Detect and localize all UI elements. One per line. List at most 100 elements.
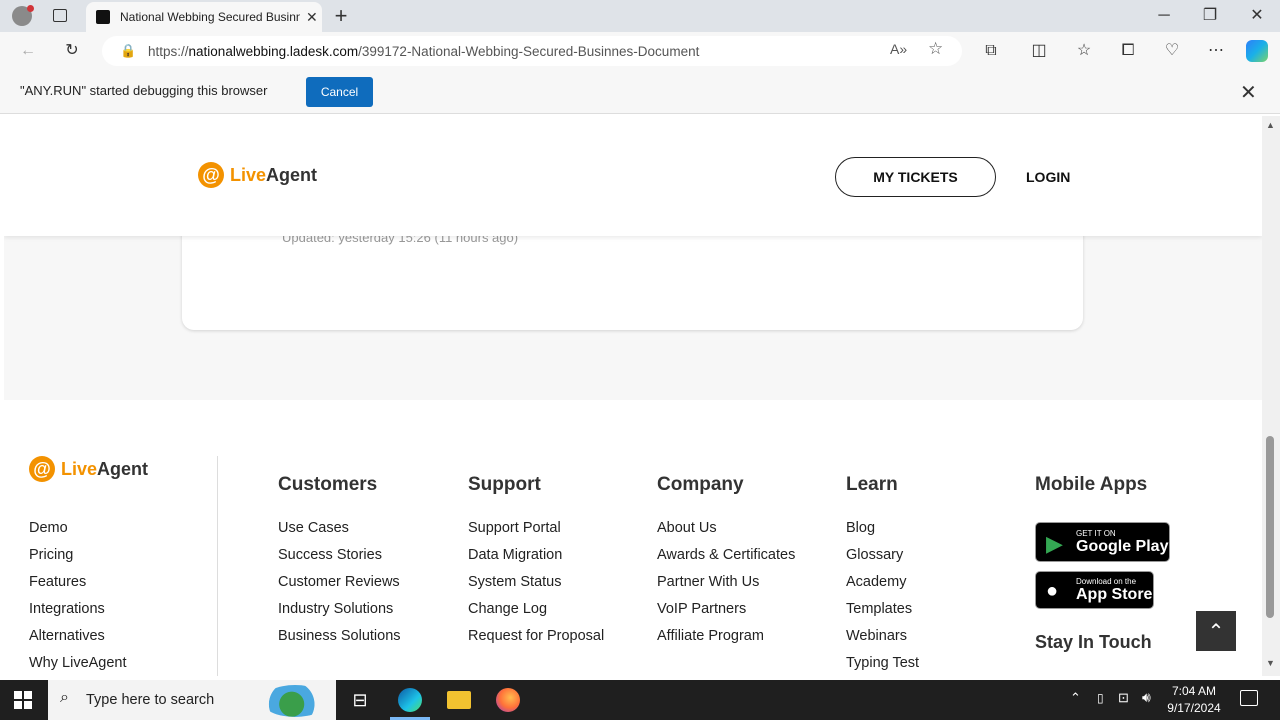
cancel-debug-button[interactable]: Cancel: [306, 77, 373, 107]
footer-link[interactable]: Success Stories: [278, 547, 401, 574]
footer-link[interactable]: Affiliate Program: [657, 628, 795, 655]
footer-brand-links: Demo Pricing Features Integrations Alter…: [29, 520, 127, 676]
close-tab-icon[interactable]: ✕: [306, 9, 318, 26]
show-hidden-icons-icon[interactable]: ⌃: [1070, 690, 1081, 706]
volume-icon[interactable]: 🔊︎: [1142, 689, 1151, 706]
footer-column-mobile: Mobile Apps: [1035, 474, 1147, 520]
header-logo[interactable]: @ Live Agent: [198, 162, 317, 188]
apple-badge-small: Download on the: [1076, 576, 1137, 586]
collections-icon[interactable]: ⧠: [1116, 39, 1140, 63]
address-bar[interactable]: 🔒 https://nationalwebbing.ladesk.com/399…: [102, 36, 962, 66]
footer-link[interactable]: Business Solutions: [278, 628, 401, 655]
favorites-icon[interactable]: ☆: [1072, 39, 1096, 63]
footer-link[interactable]: Typing Test: [846, 655, 919, 676]
new-tab-icon[interactable]: +: [329, 4, 353, 28]
google-play-badge[interactable]: ▶ GET IT ON Google Play: [1035, 522, 1170, 562]
page-favicon-icon: [96, 10, 110, 24]
page-scrollbar[interactable]: ▲ ▼: [1262, 116, 1280, 676]
extensions-icon[interactable]: ⧉: [979, 39, 1003, 63]
footer-heading-learn: Learn: [846, 474, 898, 495]
url-host: nationalwebbing.ladesk.com: [188, 43, 359, 59]
url-prefix: https://: [148, 43, 189, 59]
maximize-icon[interactable]: ❐: [1198, 4, 1222, 28]
edge-taskbar-icon[interactable]: [398, 688, 422, 712]
footer-link[interactable]: Support Portal: [468, 520, 604, 547]
logo-live-text: Live: [230, 164, 267, 185]
footer-link-demo[interactable]: Demo: [29, 520, 127, 547]
copilot-icon[interactable]: [1246, 40, 1268, 62]
footer-link[interactable]: Glossary: [846, 547, 919, 574]
footer-link-alternatives[interactable]: Alternatives: [29, 628, 127, 655]
favorite-star-icon[interactable]: ☆: [928, 39, 943, 59]
footer-link-why-liveagent[interactable]: Why LiveAgent: [29, 655, 127, 676]
back-icon[interactable]: ←: [16, 39, 40, 63]
footer-link-features[interactable]: Features: [29, 574, 127, 601]
app-store-badge[interactable]: ● Download on the App Store: [1035, 571, 1154, 609]
minimize-icon[interactable]: ─: [1152, 4, 1176, 28]
footer-heading-customers: Customers: [278, 474, 378, 495]
footer-link[interactable]: Awards & Certificates: [657, 547, 795, 574]
footer-heading-company: Company: [657, 474, 744, 495]
footer-link[interactable]: Academy: [846, 574, 919, 601]
footer-link[interactable]: Partner With Us: [657, 574, 795, 601]
read-aloud-icon[interactable]: A»: [890, 41, 907, 57]
scroll-down-arrow-icon[interactable]: ▼: [1266, 658, 1275, 668]
taskbar-search-box[interactable]: ⌕ Type here to search: [48, 680, 336, 720]
my-tickets-button[interactable]: MY TICKETS: [835, 157, 996, 197]
network-icon[interactable]: ⊡: [1118, 690, 1129, 706]
task-view-icon[interactable]: ⊟: [348, 688, 372, 712]
firefox-taskbar-icon[interactable]: [496, 688, 520, 712]
login-link[interactable]: LOGIN: [1026, 169, 1070, 185]
footer-link[interactable]: Customer Reviews: [278, 574, 401, 601]
logo-agent-text: Agent: [97, 458, 149, 479]
footer-link[interactable]: Use Cases: [278, 520, 401, 547]
footer-heading-mobile-apps: Mobile Apps: [1035, 474, 1148, 495]
footer-link[interactable]: System Status: [468, 574, 604, 601]
footer-link[interactable]: Templates: [846, 601, 919, 628]
refresh-icon[interactable]: ↻: [60, 39, 84, 63]
footer-logo[interactable]: @ Live Agent: [29, 456, 148, 482]
split-screen-icon[interactable]: ◫: [1027, 39, 1051, 63]
footer-link[interactable]: Request for Proposal: [468, 628, 604, 655]
footer-link[interactable]: Industry Solutions: [278, 601, 401, 628]
battery-icon[interactable]: ▯: [1097, 691, 1104, 705]
clock-date: 9/17/2024: [1167, 701, 1221, 715]
close-infobar-icon[interactable]: ✕: [1240, 80, 1257, 105]
browser-tab[interactable]: National Webbing Secured Businnes ✕: [86, 2, 322, 32]
more-menu-icon[interactable]: ⋯: [1204, 39, 1228, 63]
scroll-to-top-button[interactable]: ⌃: [1196, 611, 1236, 651]
footer-heading-support: Support: [468, 474, 541, 495]
browser-essentials-icon[interactable]: ♡: [1160, 39, 1184, 63]
footer-link-pricing[interactable]: Pricing: [29, 547, 127, 574]
debug-message: "ANY.RUN" started debugging this browser: [20, 83, 268, 98]
tab-actions-icon[interactable]: [53, 9, 67, 22]
footer-column-learn: Learn Blog Glossary Academy Templates We…: [846, 474, 919, 676]
close-window-icon[interactable]: ✕: [1245, 4, 1269, 28]
footer-column-support: Support Support Portal Data Migration Sy…: [468, 474, 604, 655]
logo-live-text: Live: [61, 458, 98, 479]
site-header: @ Live Agent MY TICKETS LOGIN: [4, 116, 1262, 236]
debug-infobar: "ANY.RUN" started debugging this browser…: [0, 70, 1280, 114]
play-store-icon: ▶: [1046, 531, 1063, 556]
taskbar-clock[interactable]: 7:04 AM 9/17/2024: [1160, 683, 1228, 717]
browser-toolbar: ← ↻ 🔒 https://nationalwebbing.ladesk.com…: [0, 32, 1280, 70]
google-badge-small: GET IT ON: [1076, 528, 1116, 538]
footer-link[interactable]: About Us: [657, 520, 795, 547]
notifications-icon[interactable]: [1240, 690, 1258, 706]
scroll-up-arrow-icon[interactable]: ▲: [1266, 120, 1275, 130]
footer-link-integrations[interactable]: Integrations: [29, 601, 127, 628]
footer-link[interactable]: Data Migration: [468, 547, 604, 574]
footer-link[interactable]: Blog: [846, 520, 919, 547]
clock-time: 7:04 AM: [1171, 684, 1217, 698]
notification-dot-icon: [27, 5, 34, 12]
footer-divider: [217, 456, 218, 676]
windows-start-icon[interactable]: [14, 691, 32, 709]
footer-link[interactable]: Change Log: [468, 601, 604, 628]
footer-link[interactable]: VoIP Partners: [657, 601, 795, 628]
lock-icon[interactable]: 🔒: [120, 43, 136, 59]
url-path: /399172-National-Webbing-Secured-Businne…: [358, 43, 700, 59]
file-explorer-icon[interactable]: [447, 691, 471, 709]
stay-in-touch-heading: Stay In Touch: [1035, 632, 1152, 652]
footer-link[interactable]: Webinars: [846, 628, 919, 655]
scrollbar-thumb[interactable]: [1266, 436, 1274, 618]
